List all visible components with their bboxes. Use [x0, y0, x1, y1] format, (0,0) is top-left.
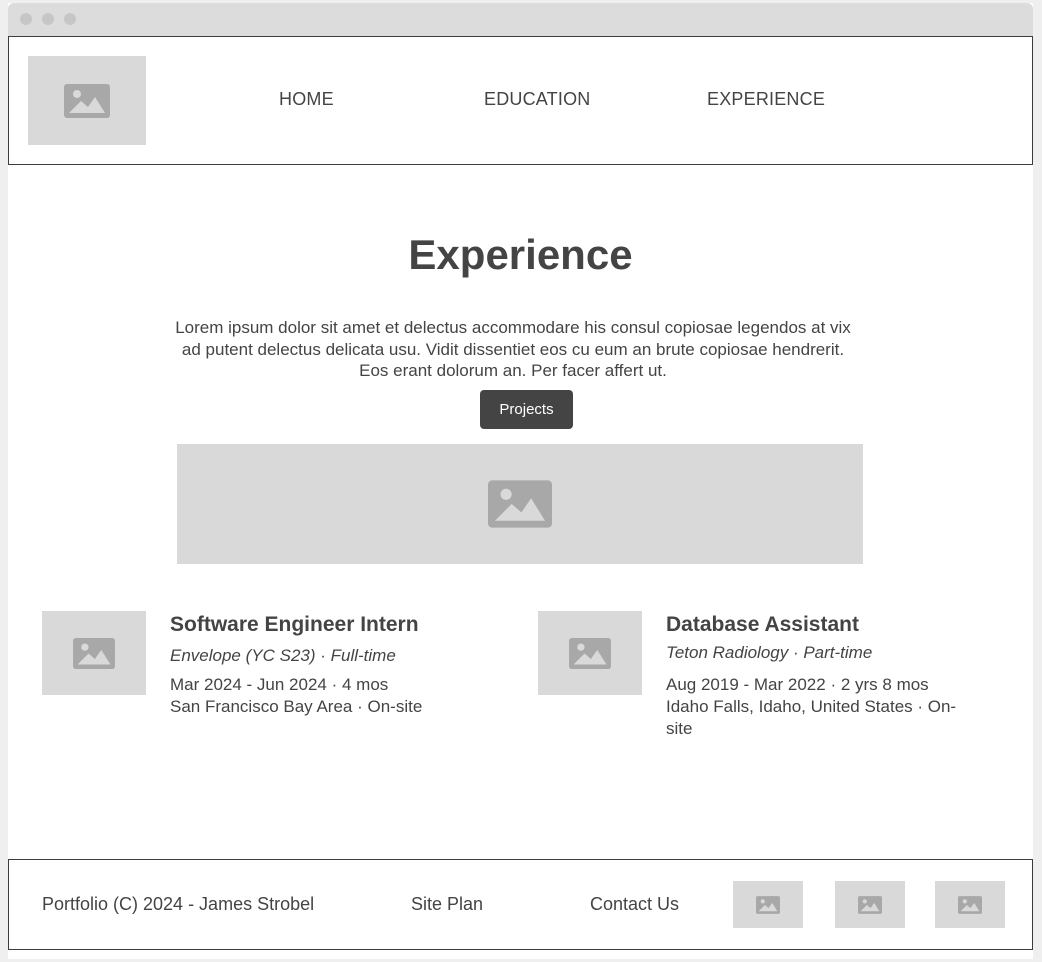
page-title: Experience: [408, 231, 633, 278]
social-link-image[interactable]: [935, 881, 1005, 928]
job-dates: Mar 2024 - Jun 2024 · 4 mos: [170, 675, 389, 694]
image-icon: [64, 83, 110, 118]
site-footer: Portfolio (C) 2024 - James Strobel Site …: [8, 859, 1033, 950]
job-dates: Aug 2019 - Mar 2022 · 2 yrs 8 mos: [666, 675, 929, 694]
social-link-image[interactable]: [733, 881, 803, 928]
job-company: Envelope (YC S23) · Full-time: [170, 646, 396, 665]
job-logo-image: [538, 611, 642, 695]
job-location: San Francisco Bay Area · On-site: [170, 697, 423, 716]
projects-button[interactable]: Projects: [480, 390, 573, 429]
job-location: Idaho Falls, Idaho, United States · On-s…: [666, 697, 957, 738]
nav-home-link[interactable]: HOME: [279, 89, 334, 110]
window-minimize-dot[interactable]: [42, 13, 54, 25]
social-link-image[interactable]: [835, 881, 905, 928]
logo-image[interactable]: [28, 56, 146, 145]
window-maximize-dot[interactable]: [64, 13, 76, 25]
footer-copyright: Portfolio (C) 2024 - James Strobel: [42, 894, 315, 914]
image-icon: [488, 480, 552, 528]
job-logo-image: [42, 611, 146, 695]
nav-experience-link[interactable]: EXPERIENCE: [707, 89, 825, 110]
window-titlebar: [8, 3, 1033, 37]
image-icon: [858, 895, 882, 914]
nav-education-link[interactable]: EDUCATION: [484, 89, 590, 110]
job-title: Database Assistant: [666, 613, 859, 636]
browser-window: HOME EDUCATION EXPERIENCE Experience Lor…: [8, 3, 1033, 959]
intro-paragraph: Lorem ipsum dolor sit amet et delectus a…: [175, 318, 851, 380]
footer-contact-link[interactable]: Contact Us: [590, 894, 679, 915]
job-title: Software Engineer Intern: [170, 613, 419, 636]
image-icon: [569, 637, 611, 669]
window-close-dot[interactable]: [20, 13, 32, 25]
job-company: Teton Radiology · Part-time: [666, 643, 873, 662]
site-header: HOME EDUCATION EXPERIENCE: [8, 36, 1033, 165]
image-icon: [73, 637, 115, 669]
image-icon: [958, 895, 982, 914]
image-icon: [756, 895, 780, 914]
footer-site-plan-link[interactable]: Site Plan: [411, 894, 483, 915]
hero-image: [177, 444, 863, 564]
